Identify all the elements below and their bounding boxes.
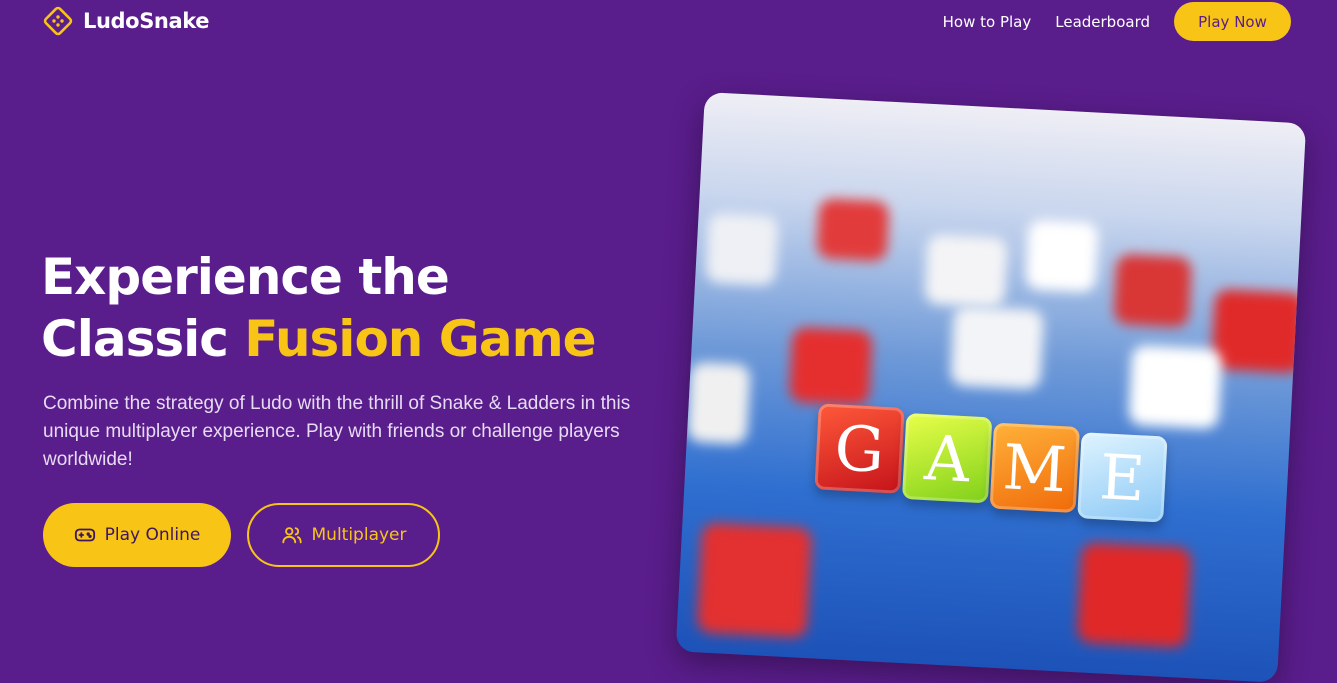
multiplayer-button[interactable]: Multiplayer [247,503,440,567]
hero-image: G A M E [675,92,1307,683]
hero-title-plain: Classic [41,310,245,368]
hero-description: Combine the strategy of Ludo with the th… [43,393,631,470]
play-online-button[interactable]: Play Online [43,503,231,567]
gamepad-icon [74,528,95,542]
logo-text: LudoSnake [83,9,210,33]
dice-logo-icon [43,6,73,36]
users-icon [281,527,302,544]
hero-title-accent: Fusion Game [244,310,596,368]
play-now-button[interactable]: Play Now [1174,2,1291,41]
dice-a: A [901,412,993,504]
nav-leaderboard[interactable]: Leaderboard [1055,13,1150,31]
multiplayer-label: Multiplayer [311,525,407,545]
hero-title-line1: Experience the [41,248,450,306]
dice-e: E [1077,432,1168,523]
hero-title: Experience the Classic Fusion Game [41,246,597,370]
logo[interactable]: LudoSnake [41,4,209,38]
dice-m: M [989,422,1080,513]
play-online-label: Play Online [104,525,201,545]
nav-how-to-play[interactable]: How to Play [943,13,1032,31]
top-nav: How to Play Leaderboard Play Now [943,2,1291,41]
dice-g: G [814,403,905,494]
